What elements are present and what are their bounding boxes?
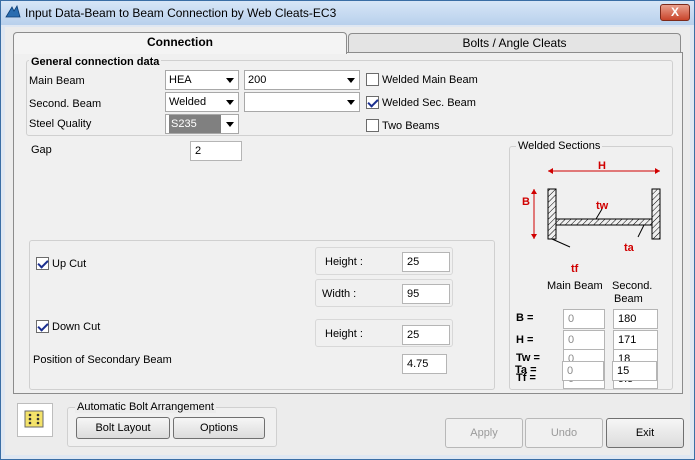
client-area: Connection Bolts / Angle Cleats General …: [5, 27, 690, 455]
steel-quality-select[interactable]: S235: [165, 114, 239, 134]
undo-button[interactable]: Undo: [525, 418, 603, 448]
welded-main-beam-checkbox[interactable]: Welded Main Beam: [366, 73, 478, 86]
second-beam-type-value: Welded: [169, 96, 207, 108]
main-beam-h-input[interactable]: 0: [563, 330, 605, 350]
up-height-label: Height :: [325, 256, 363, 268]
up-width-input[interactable]: 95: [402, 284, 450, 304]
diagram-h-label: H: [598, 160, 606, 172]
two-beams-label: Two Beams: [382, 119, 440, 132]
app-icon: [5, 5, 21, 18]
checkbox-box: [366, 119, 379, 132]
position-secondary-beam-label: Position of Secondary Beam: [33, 354, 172, 366]
up-width-label: Width :: [322, 288, 357, 300]
down-cut-checkbox[interactable]: Down Cut: [36, 320, 100, 333]
row-ta-label: Ta =: [515, 364, 537, 376]
down-height-input[interactable]: 25: [402, 325, 450, 345]
down-cut-label: Down Cut: [52, 320, 101, 333]
diagram-ta-label: ta: [624, 242, 634, 254]
row-h-label: H =: [516, 334, 534, 346]
diagram-tw-label: tw: [596, 200, 609, 212]
bolt-layout-button[interactable]: Bolt Layout: [76, 417, 170, 439]
main-beam-b-input[interactable]: 0: [563, 309, 605, 329]
steel-quality-value: S235: [169, 115, 221, 133]
checkbox-box: [36, 320, 49, 333]
steel-quality-label: Steel Quality: [29, 118, 92, 130]
row-b-label: B =: [516, 312, 534, 324]
col-second-beam-header-2: Beam: [614, 293, 643, 305]
gap-input[interactable]: 2: [190, 141, 242, 161]
welded-main-beam-label: Welded Main Beam: [382, 73, 478, 86]
up-height-input[interactable]: 25: [402, 252, 450, 272]
checkbox-box: [366, 73, 379, 86]
exit-button[interactable]: Exit: [606, 418, 684, 448]
title-bar: Input Data-Beam to Beam Connection by We…: [1, 1, 694, 25]
second-beam-h-input[interactable]: 171: [613, 330, 658, 350]
close-button[interactable]: X: [660, 4, 690, 21]
main-beam-type-select[interactable]: HEA: [165, 70, 239, 90]
chevron-down-icon: [226, 122, 234, 127]
welded-sections-title: Welded Sections: [516, 140, 603, 152]
up-cut-checkbox[interactable]: Up Cut: [36, 257, 86, 270]
main-beam-size-value: 200: [248, 74, 267, 86]
second-beam-type-select[interactable]: Welded: [165, 92, 239, 112]
tab-bolts-angle-cleats[interactable]: Bolts / Angle Cleats: [348, 33, 681, 53]
col-second-beam-header-1: Second.: [612, 280, 653, 292]
diagram-b-label: B: [522, 196, 530, 208]
second-beam-b-input[interactable]: 180: [613, 309, 658, 329]
apply-button[interactable]: Apply: [445, 418, 523, 448]
col-main-beam-header: Main Beam: [547, 280, 603, 292]
chevron-down-icon: [347, 100, 355, 105]
gap-label: Gap: [31, 144, 52, 156]
general-connection-title: General connection data: [29, 56, 162, 68]
bolt-layout-icon: [17, 403, 53, 437]
down-height-label: Height :: [325, 328, 363, 340]
up-cut-label: Up Cut: [52, 257, 87, 270]
auto-bolt-title: Automatic Bolt Arrangement: [75, 401, 216, 413]
diagram-tf-label: tf: [571, 263, 579, 275]
i-beam-diagram: [531, 168, 661, 248]
connection-panel: General connection data Main Beam HEA 20…: [13, 52, 683, 394]
second-beam-size-select[interactable]: [244, 92, 360, 112]
second-beam-ta-input[interactable]: 15: [612, 361, 657, 381]
main-beam-size-select[interactable]: 200: [244, 70, 360, 90]
main-beam-label: Main Beam: [29, 75, 85, 87]
checkbox-box: [36, 257, 49, 270]
checkbox-box: [366, 96, 379, 109]
options-button[interactable]: Options: [173, 417, 265, 439]
chevron-down-icon: [347, 78, 355, 83]
row-tw-label: Tw =: [516, 352, 540, 364]
main-beam-type-value: HEA: [169, 74, 192, 86]
welded-sec-beam-checkbox[interactable]: Welded Sec. Beam: [366, 96, 476, 109]
window-title: Input Data-Beam to Beam Connection by We…: [25, 6, 337, 20]
tab-connection[interactable]: Connection: [13, 32, 347, 54]
chevron-down-icon: [226, 100, 234, 105]
position-secondary-beam-input[interactable]: 4.75: [402, 354, 447, 374]
two-beams-checkbox[interactable]: Two Beams: [366, 119, 439, 132]
dialog-window: Input Data-Beam to Beam Connection by We…: [0, 0, 695, 460]
second-beam-label: Second. Beam: [29, 98, 102, 110]
chevron-down-icon: [226, 78, 234, 83]
main-beam-ta-input[interactable]: 0: [562, 361, 604, 381]
welded-sec-beam-label: Welded Sec. Beam: [382, 96, 476, 109]
